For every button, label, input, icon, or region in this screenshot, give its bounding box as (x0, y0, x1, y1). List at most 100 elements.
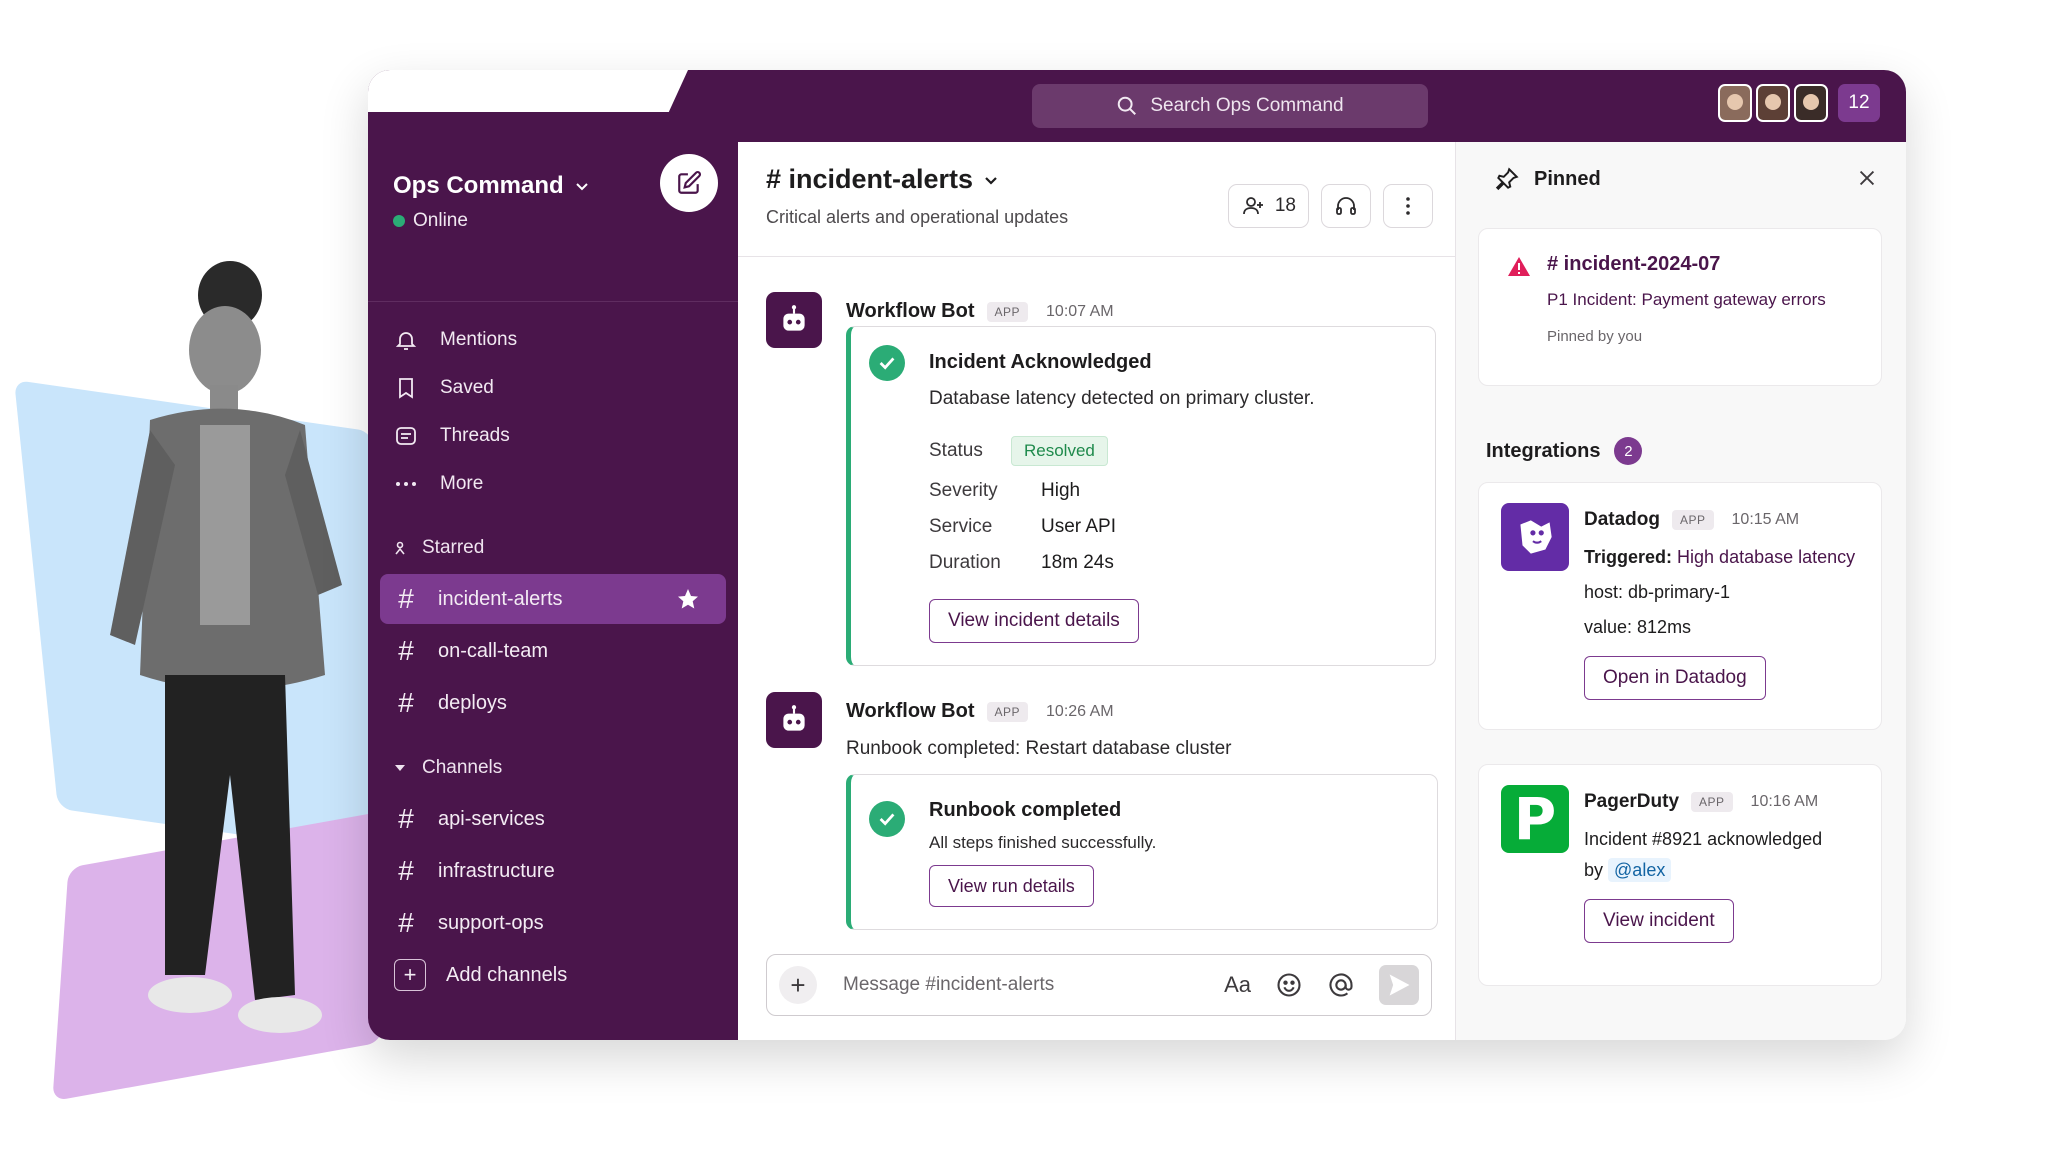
star-icon[interactable] (676, 587, 700, 611)
pinned-item[interactable]: # incident-2024-07 P1 Incident: Payment … (1478, 228, 1882, 386)
integrations-count-badge: 2 (1614, 437, 1643, 465)
app-tag: APP (986, 701, 1029, 722)
channel-deploys[interactable]: # deploys (380, 678, 726, 728)
bot-avatar[interactable] (766, 692, 822, 748)
attach-button[interactable]: + (779, 966, 817, 1004)
pagerduty-logo-icon: P (1501, 785, 1569, 853)
value-line: value: 812ms (1584, 617, 1692, 637)
channel-name: api-services (438, 807, 545, 830)
view-incident-details-button[interactable]: View incident details (929, 599, 1139, 643)
pin-icon (1495, 167, 1519, 191)
pinned-item-title[interactable]: # incident-2024-07 (1547, 253, 1826, 276)
presence-status[interactable]: Online (393, 210, 738, 232)
more-dots-icon (396, 482, 416, 486)
send-button[interactable] (1379, 965, 1419, 1005)
top-bar: Search Ops Command 12 (368, 70, 1906, 142)
integration-card-pagerduty: P PagerDuty APP 10:16 AM Incident #8921 … (1478, 764, 1882, 986)
integration-name[interactable]: PagerDuty (1584, 791, 1679, 813)
composer-tools: Aa (1224, 965, 1419, 1005)
datadog-logo-icon (1501, 503, 1569, 571)
compose-icon (678, 171, 701, 194)
bot-avatar[interactable] (766, 292, 822, 348)
view-incident-button[interactable]: View incident (1584, 899, 1734, 943)
channel-header: # incident-alerts Critical alerts and op… (738, 142, 1455, 257)
compose-button[interactable] (660, 154, 718, 212)
more-options-button[interactable] (1383, 184, 1433, 228)
triggered-text: High database latency (1677, 547, 1856, 567)
channel-api-services[interactable]: # api-services (380, 794, 726, 844)
channels-section-header[interactable]: Channels (368, 744, 738, 792)
user-mention[interactable]: @alex (1608, 858, 1672, 882)
member-count-badge[interactable]: 12 (1838, 84, 1880, 122)
pagerduty-logo-letter: P (1513, 785, 1557, 853)
chevron-down-icon (985, 176, 997, 185)
field-service: Service User API (929, 509, 1116, 545)
member-avatars[interactable]: 12 (1718, 84, 1880, 122)
avatar[interactable] (1794, 84, 1828, 122)
card-title: Incident Acknowledged (929, 351, 1152, 373)
add-channels-button[interactable]: + Add channels (380, 950, 726, 1000)
sidebar: Ops Command Online Mentions Saved Thread… (368, 142, 738, 1040)
sidebar-item-label: Threads (440, 425, 510, 446)
message-author[interactable]: Workflow Bot (846, 300, 975, 323)
hash-icon: # (398, 907, 414, 938)
message-input[interactable]: Message #incident-alerts (843, 974, 1224, 996)
channel-name: incident-alerts (438, 587, 563, 610)
channel-on-call-team[interactable]: # on-call-team (380, 626, 726, 676)
sidebar-item-saved[interactable]: Saved (368, 364, 738, 412)
sidebar-item-threads[interactable]: Threads (368, 412, 738, 460)
close-icon[interactable] (1856, 167, 1878, 189)
emoji-icon[interactable] (1275, 971, 1303, 999)
search-bar[interactable]: Search Ops Command (1032, 84, 1428, 128)
caret-down-icon (395, 765, 405, 771)
field-value: User API (1041, 516, 1116, 537)
view-run-details-button[interactable]: View run details (929, 865, 1094, 907)
field-key: Service (929, 516, 993, 537)
sidebar-item-more[interactable]: More (368, 460, 738, 508)
sidebar-item-label: Mentions (440, 329, 518, 350)
add-channels-label: Add channels (446, 963, 568, 986)
pagerduty-text: Incident #8921 acknowledged (1584, 829, 1823, 849)
avatar[interactable] (1718, 84, 1752, 122)
message-time[interactable]: 10:26 AM (1046, 703, 1114, 721)
format-button[interactable]: Aa (1224, 972, 1251, 998)
avatar[interactable] (1756, 84, 1790, 122)
card-text: Database latency detected on primary clu… (929, 388, 1315, 409)
channel-infrastructure[interactable]: # infrastructure (380, 846, 726, 896)
threads-icon (396, 427, 416, 445)
pinned-header: Pinned (1456, 142, 1906, 216)
pinned-title: Pinned (1534, 167, 1601, 190)
headphones-icon (1336, 197, 1356, 215)
channel-name: support-ops (438, 911, 544, 934)
check-circle-icon (869, 345, 905, 381)
field-value: 18m 24s (1041, 552, 1114, 573)
status-badge: Resolved (1011, 436, 1108, 466)
channel-incident-alerts[interactable]: # incident-alerts (380, 574, 726, 624)
open-in-datadog-button[interactable]: Open in Datadog (1584, 656, 1766, 700)
message-time: 10:15 AM (1731, 511, 1800, 528)
search-icon (1118, 96, 1137, 115)
integrations-header: Integrations 2 (1486, 437, 1643, 465)
presence-label: Online (413, 210, 468, 231)
channel-support-ops[interactable]: # support-ops (380, 898, 726, 948)
message-time[interactable]: 10:07 AM (1046, 303, 1114, 321)
huddle-button[interactable] (1321, 184, 1371, 228)
channel-name: deploys (438, 691, 507, 714)
message: Workflow Bot APP 10:26 AM Runbook comple… (766, 692, 1438, 952)
online-dot-icon (393, 215, 405, 227)
hash-icon: # (398, 803, 414, 834)
message-composer: + Message #incident-alerts Aa (766, 954, 1432, 1016)
message-author[interactable]: Workflow Bot (846, 700, 975, 723)
hash-icon: # (398, 855, 414, 886)
warning-icon (1508, 257, 1530, 276)
starred-section-label: Starred (422, 537, 485, 558)
card-fields: Status Resolved Severity High Service Us… (929, 433, 1116, 581)
sidebar-item-mentions[interactable]: Mentions (368, 316, 738, 364)
integration-header: PagerDuty APP 10:16 AM (1584, 791, 1871, 813)
card-text: All steps finished successfully. (929, 833, 1157, 852)
mention-icon[interactable] (1327, 971, 1355, 999)
starred-section-header[interactable]: Starred (368, 524, 738, 572)
integration-name[interactable]: Datadog (1584, 509, 1660, 531)
members-button[interactable]: 18 (1227, 184, 1309, 228)
topbar-notch (368, 70, 688, 112)
